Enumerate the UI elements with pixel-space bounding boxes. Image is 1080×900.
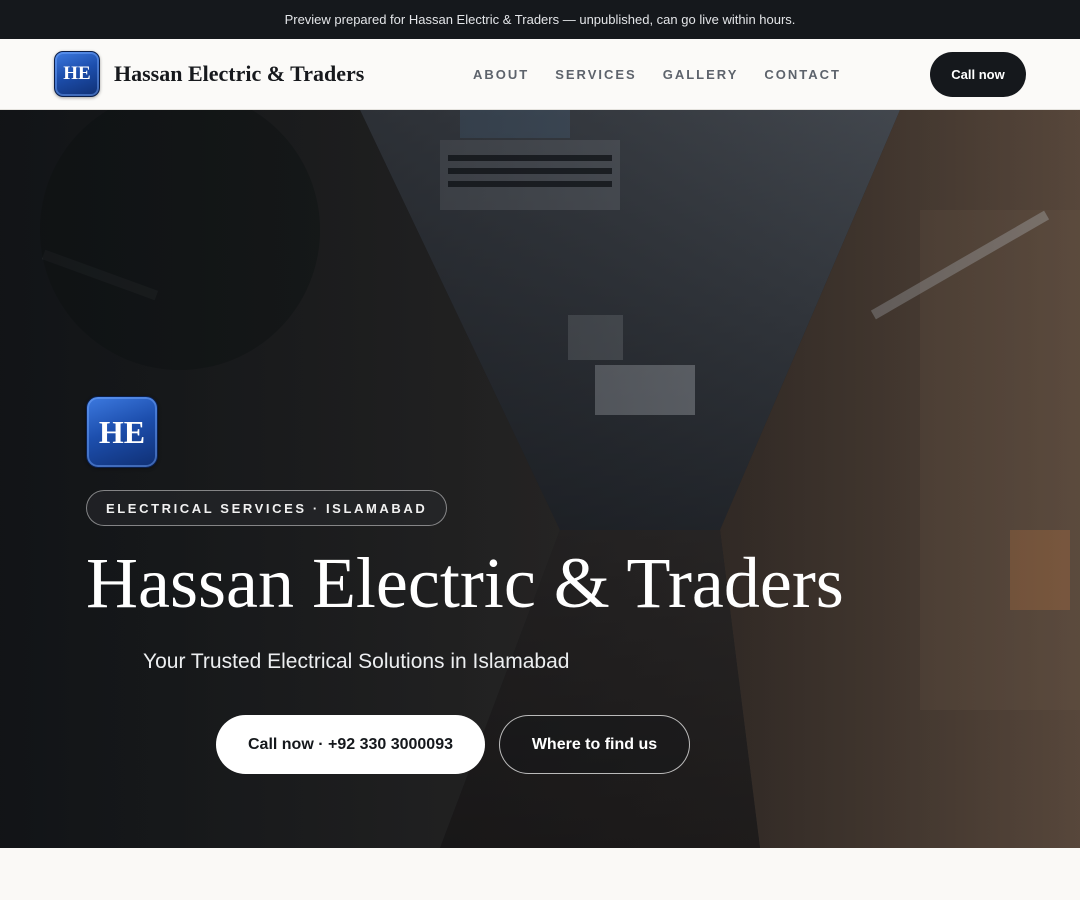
header-call-button[interactable]: Call now xyxy=(930,52,1026,97)
nav-link-gallery[interactable]: Gallery xyxy=(663,67,739,82)
hero-content: HE Electrical services · Islamabad Hassa… xyxy=(86,396,986,774)
hero-location-button[interactable]: Where to find us xyxy=(499,715,690,774)
preview-banner-text: Preview prepared for Hassan Electric & T… xyxy=(284,12,796,27)
hero-title: Hassan Electric & Traders xyxy=(86,543,844,623)
logo-text: HE xyxy=(63,63,91,84)
nav-link-services[interactable]: Services xyxy=(555,67,637,82)
nav-link-contact[interactable]: Contact xyxy=(764,67,841,82)
hero-logo-icon: HE xyxy=(86,396,158,468)
brand-link[interactable]: HE Hassan Electric & Traders xyxy=(54,51,364,97)
hero-subtitle: Your Trusted Electrical Solutions in Isl… xyxy=(143,650,570,673)
brand-name: Hassan Electric & Traders xyxy=(114,61,365,86)
hero-logo-text: HE xyxy=(98,413,146,450)
hero-call-button[interactable]: Call now · +92 330 3000093 xyxy=(216,715,485,774)
next-section xyxy=(0,848,1080,900)
preview-banner: Preview prepared for Hassan Electric & T… xyxy=(0,0,1080,39)
hero-section: HE Electrical services · Islamabad Hassa… xyxy=(0,110,1080,848)
main-nav: About Services Gallery Contact xyxy=(473,39,841,110)
nav-link-about[interactable]: About xyxy=(473,67,529,82)
site-header: HE Hassan Electric & Traders About Servi… xyxy=(0,39,1080,110)
hero-eyebrow-badge: Electrical services · Islamabad xyxy=(86,490,448,526)
logo-icon: HE xyxy=(54,51,100,97)
